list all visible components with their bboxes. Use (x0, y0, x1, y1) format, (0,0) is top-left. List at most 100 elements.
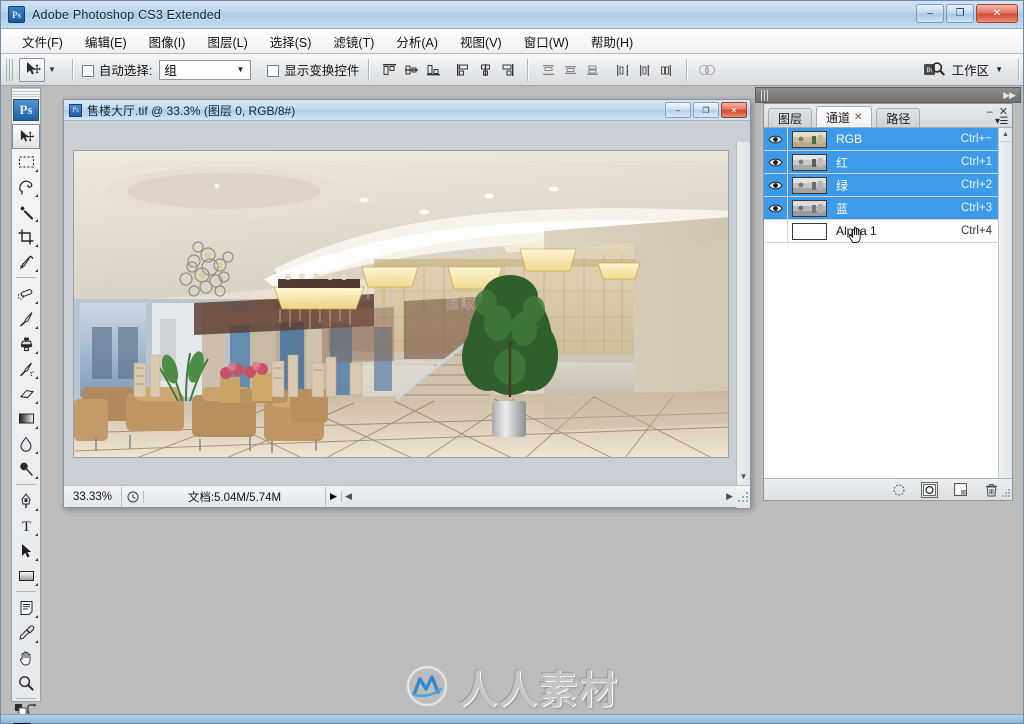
status-menu-arrow-icon[interactable]: ▶ (326, 491, 342, 502)
canvas-area[interactable]: 国际售楼中心 (64, 121, 750, 508)
menu-layer[interactable]: 图层(L) (196, 29, 258, 54)
channel-row-alpha-1[interactable]: Alpha 1 Ctrl+4 (764, 219, 1012, 243)
dock-grip-icon[interactable] (761, 89, 769, 101)
show-transform-checkbox[interactable] (267, 65, 280, 77)
scroll-right-arrow-icon[interactable]: ▶ (726, 491, 733, 502)
resize-grip[interactable] (736, 486, 750, 507)
panel-minimize-button[interactable]: – (987, 106, 993, 118)
menu-window[interactable]: 窗口(W) (513, 29, 580, 54)
eye-icon-hidden[interactable] (764, 219, 788, 243)
workspace-chevron-down-icon[interactable]: ▼ (995, 65, 1003, 74)
distribute-left-edges-button[interactable] (612, 60, 632, 79)
load-channel-as-selection-icon[interactable] (890, 482, 907, 498)
magic-wand-tool[interactable] (12, 199, 40, 224)
history-brush-tool[interactable] (12, 356, 40, 381)
eye-icon[interactable] (764, 150, 788, 174)
eye-icon[interactable] (764, 196, 788, 220)
distribute-right-edges-button[interactable] (656, 60, 676, 79)
healing-brush-tool[interactable] (12, 281, 40, 306)
eraser-tool[interactable] (12, 381, 40, 406)
distribute-horizontal-centers-button[interactable] (634, 60, 654, 79)
menu-help[interactable]: 帮助(H) (580, 29, 644, 54)
blur-tool[interactable] (12, 431, 40, 456)
menu-filter[interactable]: 滤镜(T) (322, 29, 385, 54)
pen-tool[interactable] (12, 488, 40, 513)
close-button[interactable]: ✕ (976, 4, 1018, 23)
channel-row-rgb[interactable]: RGB Ctrl+~ (764, 127, 1012, 151)
channel-row-red[interactable]: 红 Ctrl+1 (764, 150, 1012, 174)
scroll-up-arrow-icon[interactable]: ▲ (999, 128, 1012, 142)
panel-dock-bar[interactable]: ▶▶ (755, 87, 1021, 103)
tools-palette-grip[interactable] (12, 88, 40, 97)
eye-icon[interactable] (764, 173, 788, 197)
auto-align-layers-button[interactable] (697, 60, 717, 79)
eyedropper-tool[interactable] (12, 620, 40, 645)
document-restore-button[interactable]: ❐ (693, 102, 719, 118)
gradient-tool[interactable] (12, 406, 40, 431)
show-transform-option[interactable]: 显示变换控件 (267, 60, 359, 79)
channel-list-scrollbar[interactable]: ▲ (998, 128, 1012, 478)
align-top-edges-button[interactable] (379, 60, 399, 79)
tab-layers[interactable]: 图层 (768, 108, 813, 127)
menu-image[interactable]: 图像(I) (138, 29, 197, 54)
align-left-edges-button[interactable] (453, 60, 473, 79)
menu-select[interactable]: 选择(S) (259, 29, 323, 54)
panel-resize-grip[interactable] (1001, 488, 1011, 498)
tool-preset-chevron-down-icon[interactable]: ▼ (48, 65, 56, 74)
tab-paths[interactable]: 路径 (876, 108, 921, 127)
path-selection-tool[interactable] (12, 538, 40, 563)
channel-row-green[interactable]: 绿 Ctrl+2 (764, 173, 1012, 197)
horizontal-type-tool[interactable]: T (12, 513, 40, 538)
crop-tool[interactable] (12, 224, 40, 249)
rectangle-shape-tool[interactable] (12, 563, 40, 588)
options-bar-grip[interactable] (6, 58, 15, 81)
channel-row-blue[interactable]: 蓝 Ctrl+3 (764, 196, 1012, 220)
align-vertical-centers-button[interactable] (401, 60, 421, 79)
document-minimize-button[interactable]: – (665, 102, 691, 118)
align-bottom-edges-button[interactable] (423, 60, 443, 79)
zoom-level-field[interactable]: 33.33% (64, 486, 122, 507)
clone-stamp-tool[interactable] (12, 331, 40, 356)
distribute-vertical-centers-button[interactable] (560, 60, 580, 79)
eye-icon[interactable] (764, 127, 788, 151)
auto-select-checkbox[interactable] (81, 65, 94, 77)
panel-menu-icon[interactable]: ▾☰ (995, 116, 1008, 127)
scroll-left-arrow-icon[interactable]: ◀ (345, 491, 352, 502)
menu-analysis[interactable]: 分析(A) (385, 29, 449, 54)
minimize-button[interactable]: – (916, 4, 944, 23)
auto-select-option[interactable]: 自动选择: (81, 60, 152, 79)
menu-edit[interactable]: 编辑(E) (74, 29, 138, 54)
menu-view[interactable]: 视图(V) (449, 29, 513, 54)
notes-tool[interactable] (12, 595, 40, 620)
photoshop-window: Ps Adobe Photoshop CS3 Extended – ❐ ✕ 文件… (0, 0, 1024, 724)
collapse-panels-icon[interactable]: ▶▶ (1003, 90, 1016, 101)
move-tool[interactable] (12, 124, 40, 149)
rectangular-marquee-tool[interactable] (12, 149, 40, 174)
scroll-down-arrow-icon[interactable]: ▼ (737, 472, 750, 481)
maximize-button[interactable]: ❐ (946, 4, 974, 23)
save-selection-as-channel-icon[interactable] (921, 481, 938, 498)
align-right-edges-button[interactable] (497, 60, 517, 79)
close-icon[interactable]: ✕ (854, 112, 862, 123)
slice-tool[interactable] (12, 249, 40, 274)
tab-channels[interactable]: 通道 ✕ (816, 106, 873, 127)
menu-file[interactable]: 文件(F) (11, 29, 74, 54)
delete-channel-icon[interactable] (983, 482, 1000, 498)
brush-tool[interactable] (12, 306, 40, 331)
document-horizontal-scrollbar[interactable]: ◀ ▶ (342, 486, 736, 507)
distribute-top-edges-button[interactable] (538, 60, 558, 79)
auto-select-dropdown[interactable]: 组 ▼ (159, 59, 252, 80)
document-title-bar[interactable]: Ps 售楼大厅.tif @ 33.3% (图层 0, RGB/8#) – ❐ ✕ (64, 100, 750, 121)
document-image[interactable]: 国际售楼中心 (73, 150, 729, 458)
tab-channels-label: 通道 (826, 110, 851, 125)
move-tool-icon[interactable] (19, 57, 45, 82)
workspace-switcher[interactable]: Br 工作区 ▼ (922, 59, 1009, 81)
dodge-tool[interactable] (12, 456, 40, 481)
go-to-bridge-icon[interactable]: Br (922, 59, 946, 81)
create-new-channel-icon[interactable] (952, 482, 969, 498)
distribute-bottom-edges-button[interactable] (582, 60, 602, 79)
lasso-tool[interactable] (12, 174, 40, 199)
align-horizontal-centers-button[interactable] (475, 60, 495, 79)
document-vertical-scrollbar[interactable]: ▼ (736, 142, 750, 508)
document-close-button[interactable]: ✕ (721, 102, 747, 118)
